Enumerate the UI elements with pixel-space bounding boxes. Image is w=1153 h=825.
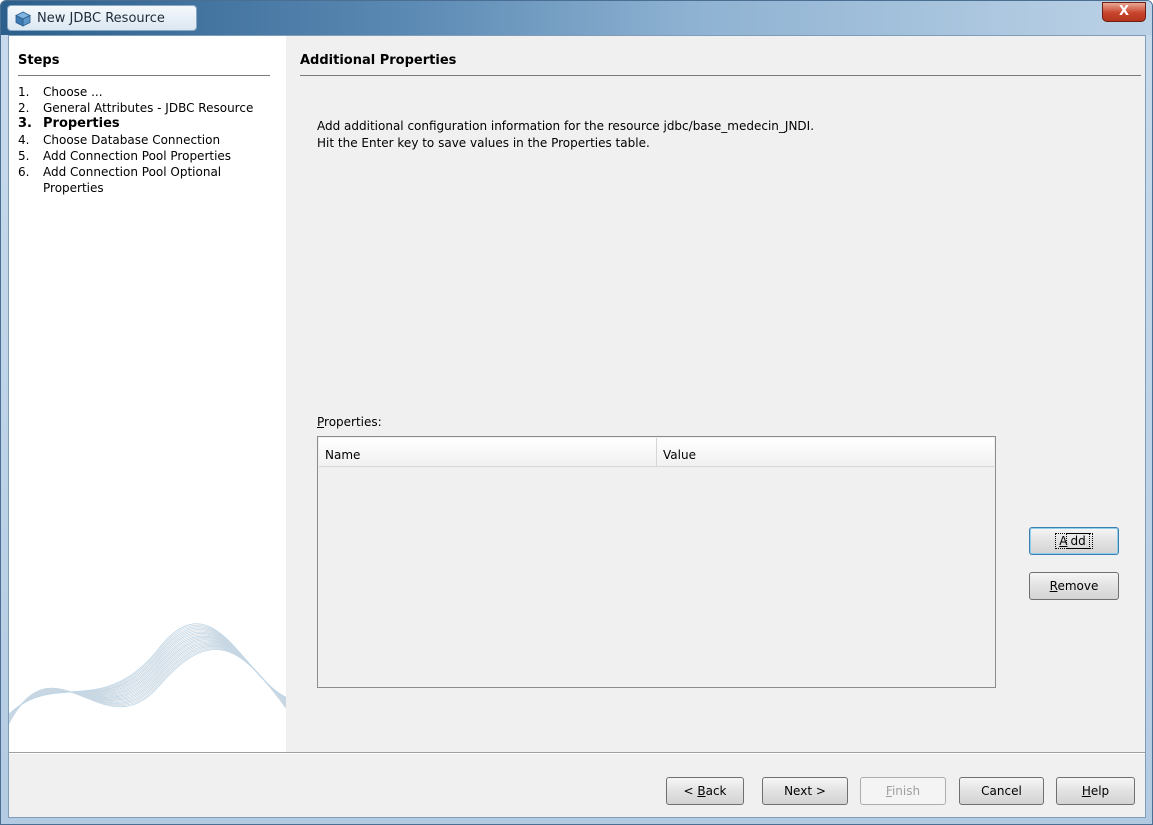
content-title: Additional Properties	[300, 53, 457, 68]
next-button[interactable]: Next >	[762, 777, 848, 805]
properties-label: Properties:	[317, 415, 382, 429]
step-label: General Attributes - JDBC Resource	[43, 101, 254, 115]
step-item: 4. Choose Database Connection	[18, 132, 280, 148]
step-label: Add Connection Pool Properties	[43, 149, 232, 163]
wave-line	[9, 624, 286, 716]
remove-button[interactable]: Remove	[1029, 572, 1119, 600]
dialog-client-area: Steps 1. Choose ... 2. General Attributes -…	[8, 35, 1146, 818]
wave-line	[9, 629, 286, 717]
wizard-window: New JDBC Resource X Steps 1. Choose ... 2.…	[0, 0, 1153, 825]
step-item: 5. Add Connection Pool Properties	[18, 148, 280, 164]
steps-title: Steps	[18, 53, 60, 68]
wave-line	[9, 633, 286, 719]
add-button[interactable]: Add	[1029, 527, 1119, 555]
properties-table-header: Name Value	[319, 438, 994, 467]
step-item: 3. Properties	[18, 116, 280, 132]
step-number: 6.	[18, 165, 30, 179]
properties-table[interactable]: Name Value	[317, 436, 996, 688]
steps-divider	[18, 75, 270, 76]
description-line-1: Add additional configuration information…	[317, 119, 815, 133]
step-number: 4.	[18, 133, 30, 147]
steps-panel: Steps 1. Choose ... 2. General Attributes -…	[9, 36, 286, 752]
description: Add additional configuration information…	[317, 118, 814, 152]
cancel-button[interactable]: Cancel	[959, 777, 1044, 805]
footer-divider-highlight	[9, 753, 1145, 754]
step-label: Choose ...	[43, 85, 103, 99]
column-header-value[interactable]: Value	[657, 438, 994, 466]
step-label: Properties	[43, 116, 120, 131]
step-number: 5.	[18, 149, 30, 163]
step-label: Choose Database Connection	[43, 133, 221, 147]
column-header-name[interactable]: Name	[319, 438, 657, 466]
back-button[interactable]: < Back	[666, 777, 744, 805]
decorative-waves-graphic	[9, 623, 286, 725]
description-line-2: Hit the Enter key to save values in the …	[317, 136, 650, 150]
step-number: 1.	[18, 85, 30, 99]
finish-button: Finish	[860, 777, 946, 805]
close-icon: X	[1118, 4, 1130, 19]
window-title: New JDBC Resource	[37, 11, 165, 26]
step-label: Add Connection Pool Optional Properties	[43, 165, 222, 195]
step-number: 3.	[18, 116, 32, 131]
step-item: 1. Choose ...	[18, 84, 280, 100]
step-number: 2.	[18, 101, 30, 115]
content-divider	[300, 75, 1141, 76]
wave-line	[9, 649, 286, 725]
wave-line	[9, 637, 286, 720]
title-bar: New JDBC Resource X	[1, 1, 1152, 35]
steps-list: 1. Choose ... 2. General Attributes - JDBC …	[18, 84, 280, 196]
close-button[interactable]: X	[1102, 2, 1146, 22]
netbeans-cube-icon	[15, 11, 31, 27]
step-item: 2. General Attributes - JDBC Resource	[18, 100, 280, 116]
step-item: 6. Add Connection Pool Optional Propertie…	[18, 164, 280, 196]
help-button[interactable]: Help	[1056, 777, 1135, 805]
